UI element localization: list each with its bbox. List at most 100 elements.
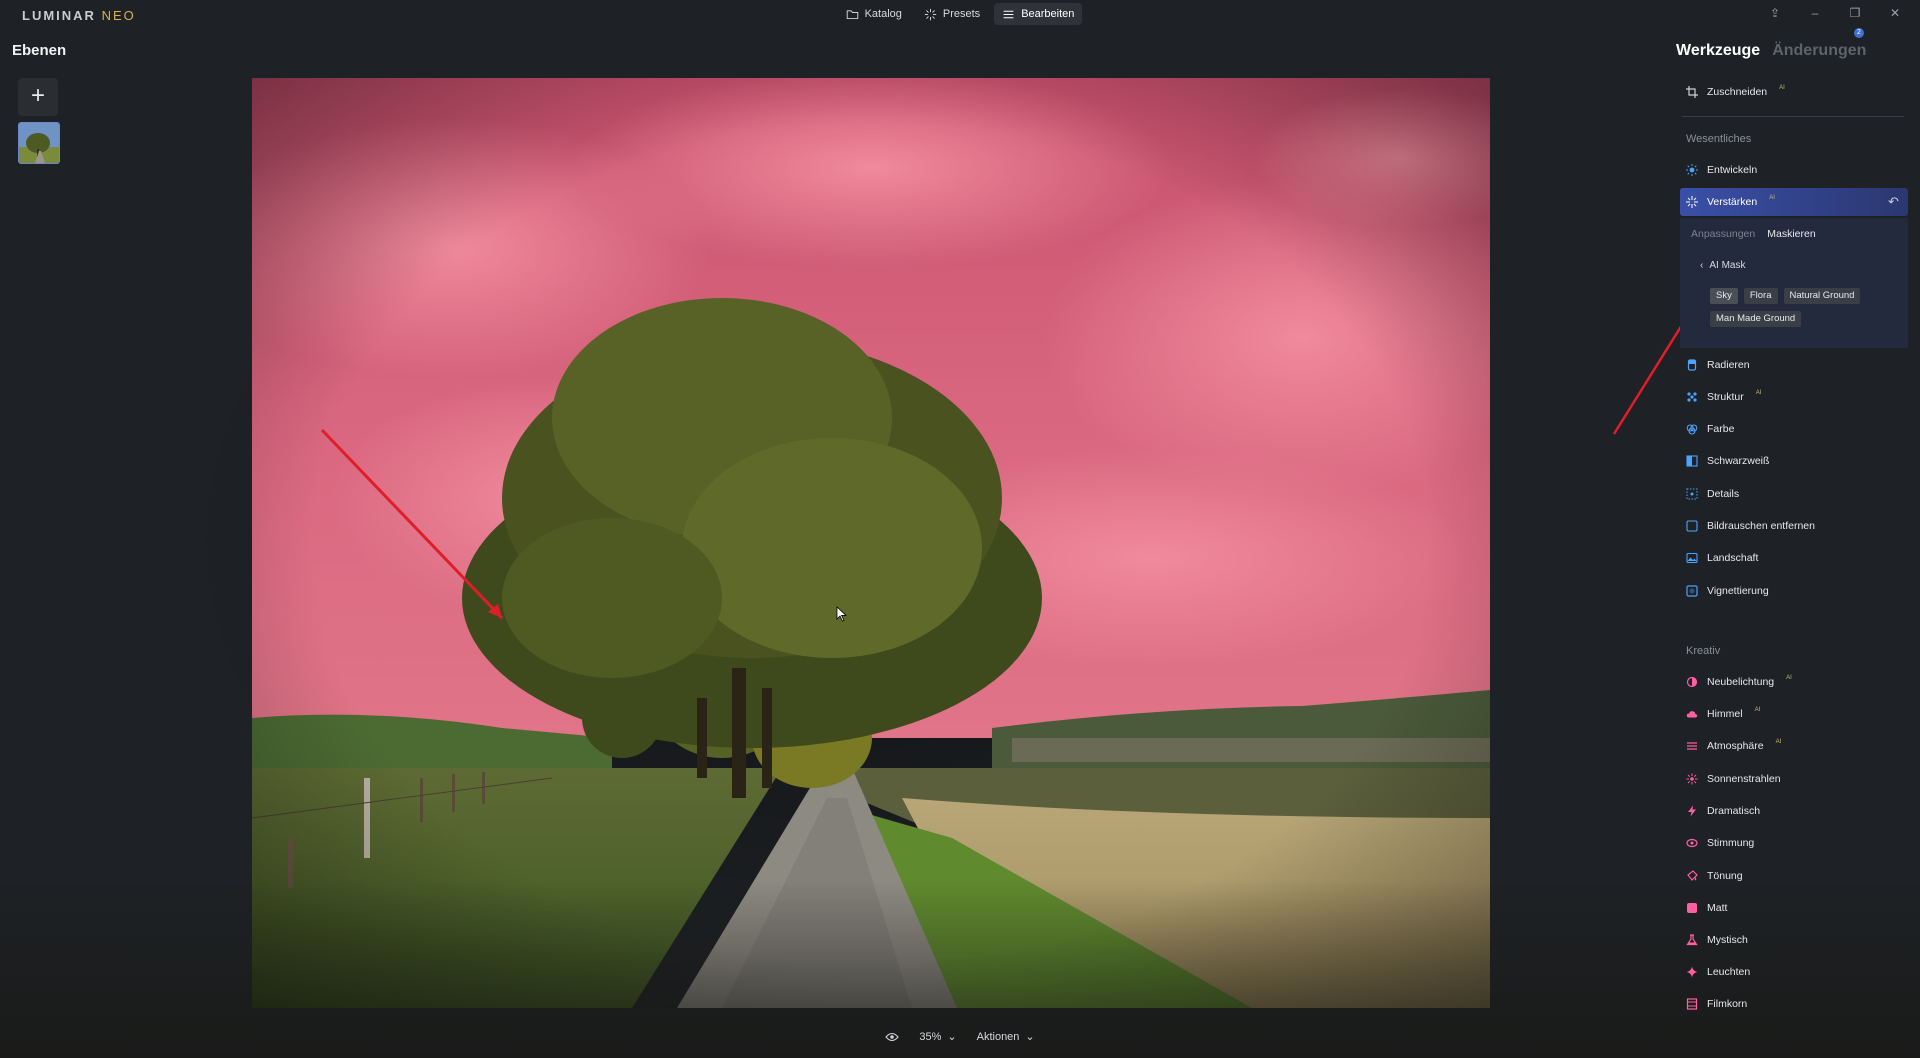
nav-katalog-label: Katalog: [864, 8, 902, 20]
section-creative: Kreativ: [1686, 645, 1721, 657]
tool-farbe[interactable]: Farbe: [1686, 421, 1734, 437]
tool-crop-label: Zuschneiden: [1707, 86, 1768, 98]
eraser-icon: [1687, 359, 1697, 371]
tool-struktur[interactable]: Struktur AI: [1686, 389, 1761, 405]
tool-dramatisch[interactable]: Dramatisch: [1686, 803, 1760, 819]
tool-radieren[interactable]: Radieren: [1686, 357, 1750, 373]
tool-matt-label: Matt: [1707, 902, 1728, 914]
minimize-icon[interactable]: –: [1808, 6, 1822, 20]
chevron-down-icon: ⌄: [947, 1031, 957, 1043]
section-essentials: Wesentliches: [1686, 133, 1752, 145]
tool-details[interactable]: Details: [1686, 486, 1739, 502]
tool-verstaerken[interactable]: Verstärken AI: [1686, 194, 1775, 210]
chip-sky[interactable]: Sky: [1710, 288, 1738, 304]
photo-canvas[interactable]: [252, 78, 1490, 1008]
ai-mask-chips-row2: Man Made Ground: [1710, 311, 1802, 327]
vignette-icon: [1686, 585, 1698, 597]
tool-matt[interactable]: Matt: [1686, 900, 1727, 916]
tool-vignettierung-label: Vignettierung: [1707, 585, 1769, 597]
tool-himmel[interactable]: Himmel AI: [1686, 706, 1760, 722]
tool-atmosphaere-label: Atmosphäre: [1707, 740, 1764, 752]
nav-bearbeiten[interactable]: Bearbeiten: [994, 3, 1083, 25]
noise-icon: [1686, 520, 1698, 532]
tool-entwickeln-label: Entwickeln: [1707, 164, 1758, 176]
tool-sonnenstrahlen-label: Sonnenstrahlen: [1707, 773, 1781, 785]
layers-title: Ebenen: [12, 42, 67, 59]
close-icon[interactable]: ✕: [1888, 6, 1902, 20]
crop-icon: [1686, 86, 1698, 98]
sparkle-icon: [924, 8, 937, 20]
tool-toenung[interactable]: Tönung: [1686, 868, 1743, 884]
tool-neubelichtung-label: Neubelichtung: [1707, 676, 1775, 688]
nav-katalog[interactable]: Katalog: [838, 3, 910, 25]
compare-toggle[interactable]: [885, 1032, 900, 1042]
tab-changes[interactable]: Änderungen: [1772, 42, 1866, 60]
tool-crop[interactable]: Zuschneiden AI: [1686, 84, 1785, 100]
tool-filmkorn-label: Filmkorn: [1707, 998, 1748, 1010]
nav-bearbeiten-label: Bearbeiten: [1021, 8, 1075, 20]
actions-dropdown[interactable]: Aktionen ⌄: [976, 1030, 1035, 1044]
sliders-icon: [1003, 10, 1014, 18]
tool-bildrauschen[interactable]: Bildrauschen entfernen: [1686, 518, 1815, 534]
ai-mask-chips-row1: Sky Flora Natural Ground: [1710, 288, 1861, 304]
cloud-icon: [1686, 711, 1698, 718]
color-icon: [1686, 424, 1698, 435]
restore-icon[interactable]: ❐: [1848, 6, 1862, 20]
chevron-left-icon: ‹: [1700, 260, 1704, 271]
subtab-adjust[interactable]: Anpassungen: [1691, 228, 1755, 240]
subtabs: Anpassungen Maskieren: [1691, 228, 1816, 240]
tool-struktur-label: Struktur: [1707, 391, 1744, 403]
tool-landschaft[interactable]: Landschaft: [1686, 550, 1758, 566]
tool-entwickeln[interactable]: Entwickeln: [1686, 162, 1757, 178]
layer-thumbnail-image: [19, 123, 59, 163]
tool-vignettierung[interactable]: Vignettierung: [1686, 583, 1769, 599]
toning-icon: [1687, 870, 1698, 881]
subtab-mask[interactable]: Maskieren: [1767, 228, 1815, 240]
tool-stimmung-label: Stimmung: [1707, 837, 1755, 849]
bottom-toolbar: 35% ⌄ Aktionen ⌄: [0, 1030, 1920, 1043]
tool-verstaerken-label: Verstärken: [1707, 196, 1758, 208]
landscape-photo: [252, 78, 1490, 1008]
landscape-icon: [1686, 552, 1698, 564]
mood-icon: [1686, 838, 1698, 848]
ai-badge: AI: [1769, 195, 1775, 201]
tool-schwarzweiss[interactable]: Schwarzweiß: [1686, 453, 1769, 469]
tool-dramatisch-label: Dramatisch: [1707, 805, 1761, 817]
film-icon: [1686, 998, 1698, 1010]
tool-atmosphaere[interactable]: Atmosphäre AI: [1686, 738, 1781, 754]
chip-natural-ground[interactable]: Natural Ground: [1783, 288, 1861, 304]
ai-badge: AI: [1779, 85, 1785, 91]
mouse-cursor-icon: [836, 606, 848, 622]
nav-presets[interactable]: Presets: [916, 3, 988, 25]
lightning-icon: [1688, 805, 1696, 817]
chip-flora[interactable]: Flora: [1743, 288, 1778, 304]
ai-badge: AI: [1775, 739, 1782, 745]
structure-icon: [1687, 392, 1697, 402]
zoom-dropdown[interactable]: 35% ⌄: [919, 1030, 957, 1044]
folder-icon: [846, 9, 858, 19]
sunrays-icon: [1686, 773, 1698, 785]
layer-thumbnail[interactable]: [18, 122, 60, 164]
ai-badge: AI: [1786, 675, 1792, 681]
tool-farbe-label: Farbe: [1707, 423, 1735, 435]
share-icon[interactable]: ⇪: [1768, 6, 1782, 20]
relight-icon: [1686, 676, 1698, 688]
tab-tools[interactable]: Werkzeuge: [1676, 42, 1760, 60]
glow-icon: [1686, 966, 1698, 978]
actions-label: Aktionen: [976, 1030, 1020, 1043]
tool-landschaft-label: Landschaft: [1707, 552, 1759, 564]
tool-schwarzweiss-label: Schwarzweiß: [1707, 455, 1770, 467]
chip-man-made-ground[interactable]: Man Made Ground: [1710, 311, 1802, 327]
ai-mask-back[interactable]: ‹ AI Mask: [1700, 260, 1745, 271]
tool-leuchten[interactable]: Leuchten: [1686, 964, 1750, 980]
tool-toenung-label: Tönung: [1707, 870, 1743, 882]
tool-filmkorn[interactable]: Filmkorn: [1686, 996, 1747, 1012]
tool-stimmung[interactable]: Stimmung: [1686, 835, 1754, 851]
tool-mystisch[interactable]: Mystisch: [1686, 932, 1748, 948]
tool-neubelichtung[interactable]: Neubelichtung AI: [1686, 674, 1792, 690]
details-icon: [1686, 488, 1698, 500]
divider: [1682, 116, 1904, 117]
add-layer-button[interactable]: +: [18, 78, 58, 116]
undo-icon[interactable]: ↶: [1888, 194, 1899, 210]
tool-sonnenstrahlen[interactable]: Sonnenstrahlen: [1686, 771, 1781, 787]
